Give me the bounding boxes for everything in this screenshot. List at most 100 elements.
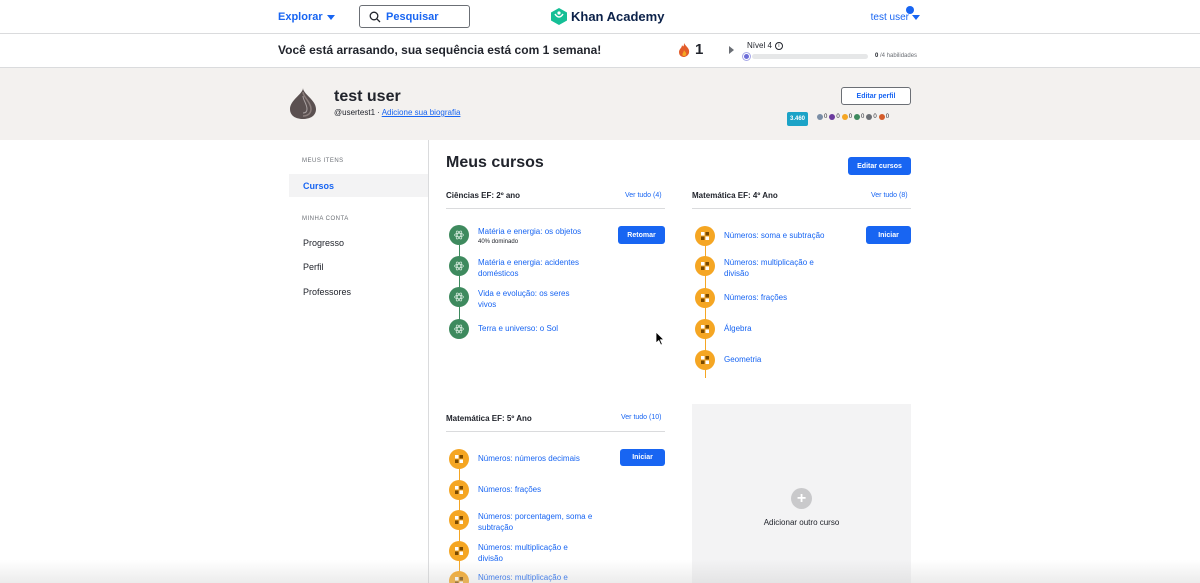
- blocks-icon: [455, 577, 463, 583]
- list-item[interactable]: Geometria: [695, 350, 761, 370]
- explore-menu[interactable]: Explorar: [278, 11, 335, 23]
- profile-name: test user: [334, 88, 401, 105]
- sidebar-item-profile[interactable]: Perfil: [303, 262, 324, 272]
- list-item[interactable]: Números: multiplicação e: [449, 571, 583, 583]
- unit-icon: [449, 480, 469, 500]
- top-nav: Explorar Pesquisar Khan Academy test use…: [0, 0, 1200, 34]
- course-title: Matemática EF: 5º Ano: [446, 414, 532, 423]
- unit-icon: [449, 319, 469, 339]
- unit-icon: [449, 449, 469, 469]
- list-item[interactable]: Números: frações: [449, 480, 541, 500]
- unit-icon: [695, 256, 715, 276]
- list-item[interactable]: Números: soma e subtração: [695, 226, 825, 246]
- streak-bar: Você está arrasando, sua sequência está …: [0, 34, 1200, 68]
- level-label: Nível 4 i: [747, 41, 783, 50]
- list-item[interactable]: Vida e evolução: os seres vivos: [449, 287, 578, 310]
- khan-academy-logo[interactable]: Khan Academy: [551, 8, 664, 25]
- add-bio-link[interactable]: Adicione sua biografia: [382, 108, 461, 117]
- unit-label: Álgebra: [724, 324, 752, 333]
- search-label: Pesquisar: [386, 10, 439, 23]
- blocks-icon: [455, 516, 463, 524]
- unit-label: Terra e universo: o Sol: [478, 324, 559, 333]
- chevron-down-icon: [912, 15, 920, 20]
- profile-handle: @usertest1 · Adicione sua biografia: [334, 108, 460, 117]
- list-item[interactable]: Números: porcentagem, soma e subtração: [449, 510, 593, 533]
- list-item[interactable]: Matéria e energia: acidentes domésticos: [449, 256, 593, 279]
- level-text: Nível 4: [747, 41, 772, 50]
- badge-count-value: 0: [848, 114, 853, 120]
- atom-icon: [454, 230, 464, 240]
- badge-count: 0: [878, 114, 890, 120]
- streak-message: Você está arrasando, sua sequência está …: [278, 43, 602, 57]
- sidebar-section-my-account: MINHA CONTA: [302, 216, 349, 222]
- hexagon-logo-icon: [551, 8, 567, 25]
- course-title: Matemática EF: 4º Ano: [692, 191, 778, 200]
- logo-text: Khan Academy: [571, 9, 665, 24]
- user-label: test user: [870, 12, 909, 23]
- badge-count-value: 0: [885, 114, 890, 120]
- bottom-fade: [0, 560, 1200, 583]
- handle-separator: ·: [375, 108, 382, 117]
- atom-icon: [454, 324, 464, 334]
- unit-label: Geometria: [724, 355, 762, 364]
- resume-button[interactable]: Retomar: [618, 226, 665, 244]
- unit-label: Números: multiplicação e divisão: [724, 258, 814, 278]
- blocks-icon: [701, 232, 709, 240]
- skills-total: /4 habilidades: [880, 53, 918, 59]
- list-item[interactable]: Números: multiplicação e divisão: [695, 256, 829, 279]
- sidebar-item-progress[interactable]: Progresso: [303, 238, 344, 248]
- search-icon: [369, 11, 381, 22]
- expand-arrow-icon[interactable]: [729, 46, 734, 54]
- unit-icon: [449, 287, 469, 307]
- badge-icon: [829, 114, 836, 120]
- list-item[interactable]: Números: números decimais: [449, 449, 580, 469]
- see-all-link[interactable]: Ver tudo (10): [621, 414, 661, 421]
- edit-courses-button[interactable]: Editar cursos: [848, 157, 911, 175]
- badge-icon: [878, 114, 885, 120]
- user-menu[interactable]: test user: [870, 6, 920, 23]
- unit-label: Números: números decimais: [478, 454, 580, 463]
- sidebar-item-teachers[interactable]: Professores: [303, 287, 351, 297]
- divider: [446, 208, 665, 209]
- see-all-link[interactable]: Ver tudo (4): [625, 192, 662, 199]
- mouse-cursor-icon: [655, 331, 665, 346]
- list-item[interactable]: Terra e universo: o Sol: [449, 319, 558, 339]
- skills-done: 0: [875, 53, 879, 59]
- blocks-icon: [455, 486, 463, 494]
- streak-count: 1: [695, 41, 704, 58]
- unit-label: Números: frações: [478, 485, 542, 494]
- sidebar: [289, 140, 429, 583]
- list-item[interactable]: Álgebra: [695, 319, 752, 339]
- list-item[interactable]: Números: multiplicação e divisão: [449, 541, 583, 564]
- page-title: Meus cursos: [446, 154, 544, 171]
- list-item[interactable]: Matéria e energia: os objetos 40% dominad…: [449, 225, 593, 245]
- badge-count: 0: [854, 114, 864, 120]
- divider: [692, 208, 911, 209]
- skills-count: 0 /4 habilidades: [875, 53, 917, 59]
- unit-icon: [695, 319, 715, 339]
- unit-icon: [449, 571, 469, 583]
- unit-icon: [449, 541, 469, 561]
- unit-label: Números: frações: [724, 293, 788, 302]
- see-all-link[interactable]: Ver tudo (8): [871, 192, 908, 199]
- list-item[interactable]: Números: frações: [695, 288, 787, 308]
- unit-mastery: 40% dominado: [478, 239, 519, 245]
- badge-count: 0: [866, 114, 877, 120]
- plus-icon: +: [791, 488, 812, 509]
- avatar[interactable]: [289, 88, 317, 120]
- add-course-card[interactable]: + Adicionar outro curso: [692, 404, 911, 583]
- start-button[interactable]: Iniciar: [866, 226, 911, 244]
- divider: [446, 431, 665, 432]
- search-button[interactable]: Pesquisar: [359, 5, 470, 28]
- badge-counts[interactable]: 0 0 0 0 0 0: [817, 114, 889, 120]
- unit-label: Números: multiplicação e: [478, 573, 568, 582]
- edit-profile-button[interactable]: Editar perfil: [841, 87, 911, 105]
- atom-icon: [454, 292, 464, 302]
- start-button[interactable]: Iniciar: [620, 449, 665, 466]
- flame-icon: [679, 43, 690, 57]
- badge-count-value: 0: [824, 114, 828, 120]
- sidebar-item-courses[interactable]: Cursos: [303, 181, 334, 191]
- course-title: Ciências EF: 2º ano: [446, 191, 521, 200]
- info-icon[interactable]: i: [774, 41, 783, 50]
- unit-label: Números: soma e subtração: [724, 231, 825, 240]
